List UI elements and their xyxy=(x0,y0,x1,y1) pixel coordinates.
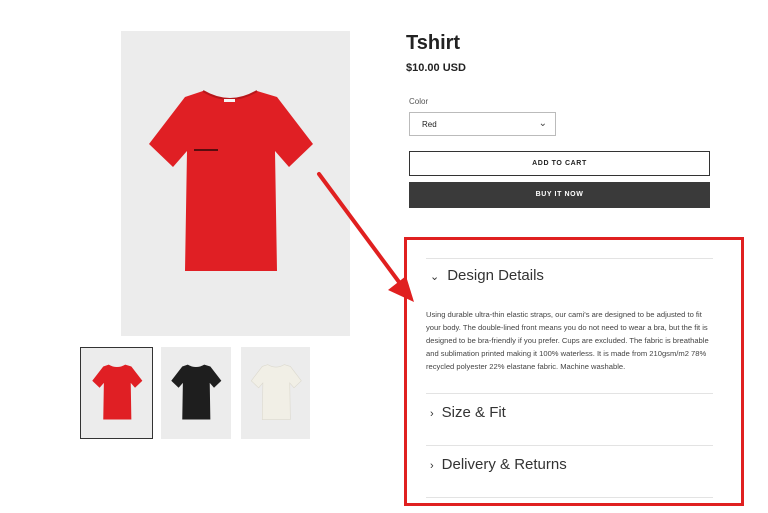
annotation-arrow-icon xyxy=(317,172,414,302)
